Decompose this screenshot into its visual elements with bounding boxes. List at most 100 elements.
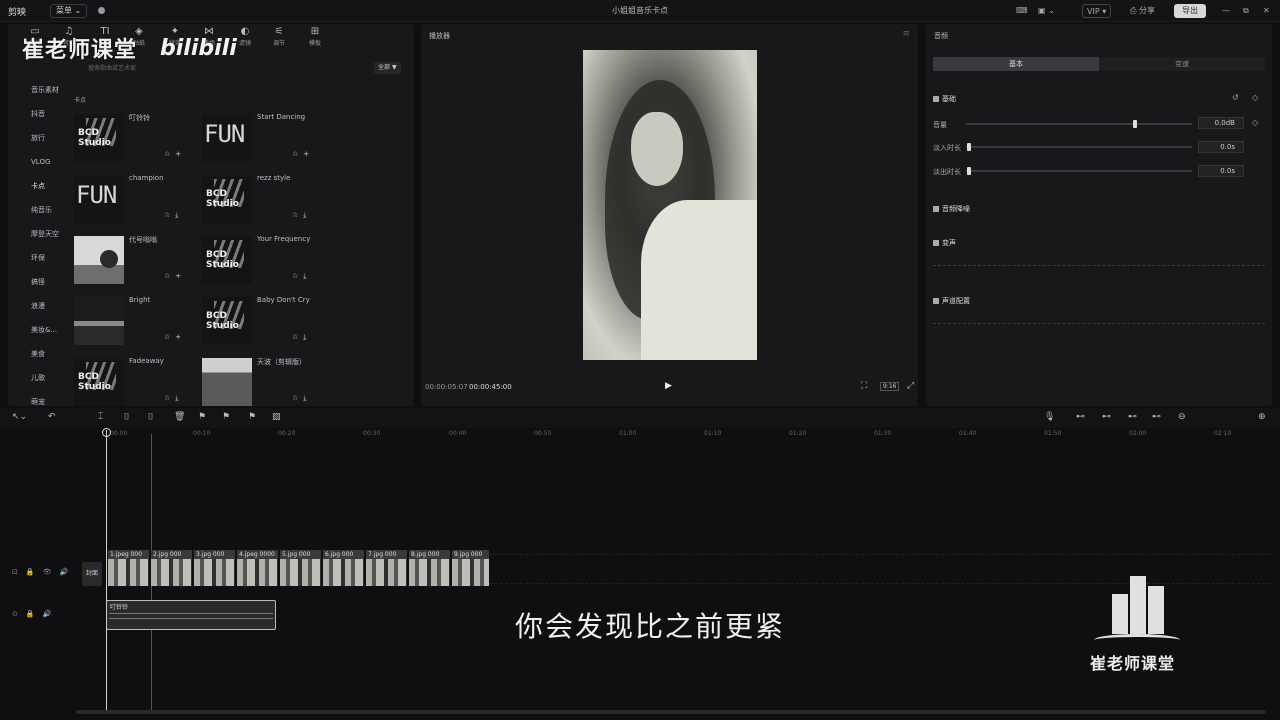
video-clip[interactable]: 3.jpg 000 <box>193 550 235 586</box>
image-icon[interactable]: ▨ <box>272 412 281 422</box>
download-icon[interactable]: ⤓ <box>175 211 183 219</box>
download-icon[interactable]: ⤓ <box>175 394 183 402</box>
category-item[interactable]: 美妆&... <box>16 318 70 342</box>
delete-icon[interactable]: 🗑 <box>174 412 185 422</box>
audio-clip[interactable]: 叮铃铃 <box>106 600 276 630</box>
category-item[interactable]: 搞怪 <box>16 270 70 294</box>
fullscreen-crop-icon[interactable]: ⛶ <box>861 381 867 391</box>
voice-change-dropdown[interactable] <box>933 258 1265 266</box>
link-2-icon[interactable]: ⊷ <box>1128 412 1137 422</box>
song-actions[interactable]: ☆⤓ <box>292 394 311 403</box>
download-icon[interactable]: ⤓ <box>303 333 311 341</box>
download-icon[interactable]: ⤓ <box>303 272 311 280</box>
playhead[interactable] <box>106 430 107 710</box>
song-actions[interactable]: ☆+ <box>164 272 186 280</box>
category-item[interactable]: VLOG <box>16 150 70 174</box>
video-clip[interactable]: 8.jpg 000 <box>408 550 450 586</box>
keyframe-icon[interactable]: ◇ <box>1252 93 1258 102</box>
video-clip[interactable]: 4.jpeg 0000 <box>236 550 278 586</box>
song-card[interactable]: 代号嗡嗡 ☆+ <box>74 230 198 286</box>
song-actions[interactable]: ☆⤓ <box>164 211 183 220</box>
zoom-out-icon[interactable]: ⊖ <box>1178 412 1186 422</box>
checkbox-icon[interactable] <box>933 298 939 304</box>
link-icon[interactable]: ⊷ <box>1076 412 1085 422</box>
play-icon[interactable]: ▶ <box>665 381 672 391</box>
snap-icon[interactable]: ⊷ <box>1102 412 1111 422</box>
microphone-icon[interactable]: 🎙 <box>1044 412 1055 422</box>
category-item[interactable]: 美食 <box>16 342 70 366</box>
video-clip[interactable]: 1.jpeg 000 <box>107 550 149 586</box>
denoise-section[interactable]: 音频降噪 <box>933 204 970 214</box>
filter-button[interactable]: 全部 ▼ <box>374 62 401 74</box>
maximize-icon[interactable]: ⧉ <box>1243 4 1249 18</box>
volume-slider[interactable] <box>966 120 1192 128</box>
song-actions[interactable]: ☆⤓ <box>292 272 311 281</box>
split-right-icon[interactable]: ⌷ <box>148 412 153 422</box>
video-clip[interactable]: 9.jpg 000 <box>451 550 489 586</box>
expand-icon[interactable]: ⤢ <box>907 381 914 391</box>
fade-out-value[interactable]: 0.0s <box>1198 165 1244 177</box>
video-preview[interactable] <box>583 50 757 360</box>
ratio-button[interactable]: 9:16 <box>880 382 900 391</box>
fade-in-value[interactable]: 0.0s <box>1198 141 1244 153</box>
checkbox-icon[interactable] <box>933 96 939 102</box>
add-icon[interactable]: + <box>303 150 314 158</box>
volume-value[interactable]: 0.0dB <box>1198 117 1244 129</box>
song-card[interactable]: BCD Studio rezz style ☆⤓ <box>202 169 326 225</box>
channel-section[interactable]: 声道配置 <box>933 296 970 306</box>
category-item[interactable]: 儿歌 <box>16 366 70 390</box>
audio-track-controls[interactable]: ⊙🔒🔊 <box>12 610 59 618</box>
download-icon[interactable]: ⤓ <box>303 211 311 219</box>
shortcut-icon[interactable]: ⌨ <box>1016 4 1028 18</box>
menu-icon[interactable]: ≡ <box>902 29 910 39</box>
checkbox-icon[interactable] <box>933 206 939 212</box>
preview-axis-icon[interactable]: ⊷ <box>1152 412 1161 422</box>
song-card[interactable]: Bright ☆+ <box>74 291 198 347</box>
close-icon[interactable]: ✕ <box>1263 4 1270 18</box>
category-item[interactable]: 纯音乐 <box>16 198 70 222</box>
song-card[interactable]: BCD Studio Your Frequency ☆⤓ <box>202 230 326 286</box>
video-clip[interactable]: 5.jpg 000 <box>279 550 321 586</box>
tab-speed[interactable]: 变速 <box>1099 57 1265 71</box>
category-item[interactable]: 摩登天空 <box>16 222 70 246</box>
add-icon[interactable]: + <box>175 150 186 158</box>
tab-basic[interactable]: 基本 <box>933 57 1099 71</box>
song-card[interactable]: FUN Start Dancing ☆+ <box>202 108 326 164</box>
undo-icon[interactable]: ↶ <box>48 412 56 422</box>
reset-icon[interactable]: ↺ <box>1232 93 1239 102</box>
cover-button[interactable]: 封面 <box>82 562 102 586</box>
fade-in-knob[interactable] <box>967 143 971 151</box>
video-clip[interactable]: 7.jpg 000 <box>365 550 407 586</box>
download-icon[interactable]: ⤓ <box>303 394 311 402</box>
timeline-scrollbar[interactable] <box>76 710 1266 714</box>
song-card[interactable]: BCD Studio Fadeaway ☆⤓ <box>74 352 198 408</box>
export-button[interactable]: 导出 <box>1174 4 1206 18</box>
template-tab[interactable]: ⊞ 模板 <box>302 26 328 48</box>
voice-change-section[interactable]: 变声 <box>933 238 956 248</box>
minimize-icon[interactable]: — <box>1222 4 1230 18</box>
zoom-in-icon[interactable]: ⊕ <box>1258 412 1266 422</box>
split-left-icon[interactable]: ⌷ <box>124 412 129 422</box>
song-card[interactable]: BCD Studio 叮铃铃 ☆+ <box>74 108 198 164</box>
mark-2-icon[interactable]: ⚑ <box>248 412 256 422</box>
timeline[interactable]: 00:00 00:10 00:20 00:30 00:40 00:50 01:0… <box>0 428 1280 720</box>
song-actions[interactable]: ☆+ <box>164 333 186 341</box>
category-item-active[interactable]: 卡点 <box>16 174 70 198</box>
playhead-handle[interactable] <box>102 428 111 437</box>
category-item[interactable]: 旅行 <box>16 126 70 150</box>
song-card[interactable]: BCD Studio Baby Don't Cry ☆⤓ <box>202 291 326 347</box>
volume-knob[interactable] <box>1133 120 1137 128</box>
category-item[interactable]: 抖音 <box>16 102 70 126</box>
video-clip[interactable]: 2.jpg 000 <box>150 550 192 586</box>
song-actions[interactable]: ☆+ <box>164 150 186 158</box>
checkbox-icon[interactable] <box>933 240 939 246</box>
song-card[interactable]: 天波（剪辑版） ☆⤓ <box>202 352 326 408</box>
adjust-tab[interactable]: ⚟ 调节 <box>266 26 292 48</box>
freeze-icon[interactable]: ⚑ <box>198 412 206 422</box>
share-button[interactable]: ⎙ 分享 <box>1130 4 1155 18</box>
category-item[interactable]: 音乐素材 <box>16 78 70 102</box>
fade-out-slider[interactable] <box>966 167 1192 175</box>
song-actions[interactable]: ☆+ <box>292 150 314 158</box>
basic-section[interactable]: 基础 <box>933 94 956 104</box>
song-card[interactable]: FUN champion ☆⤓ <box>74 169 198 225</box>
